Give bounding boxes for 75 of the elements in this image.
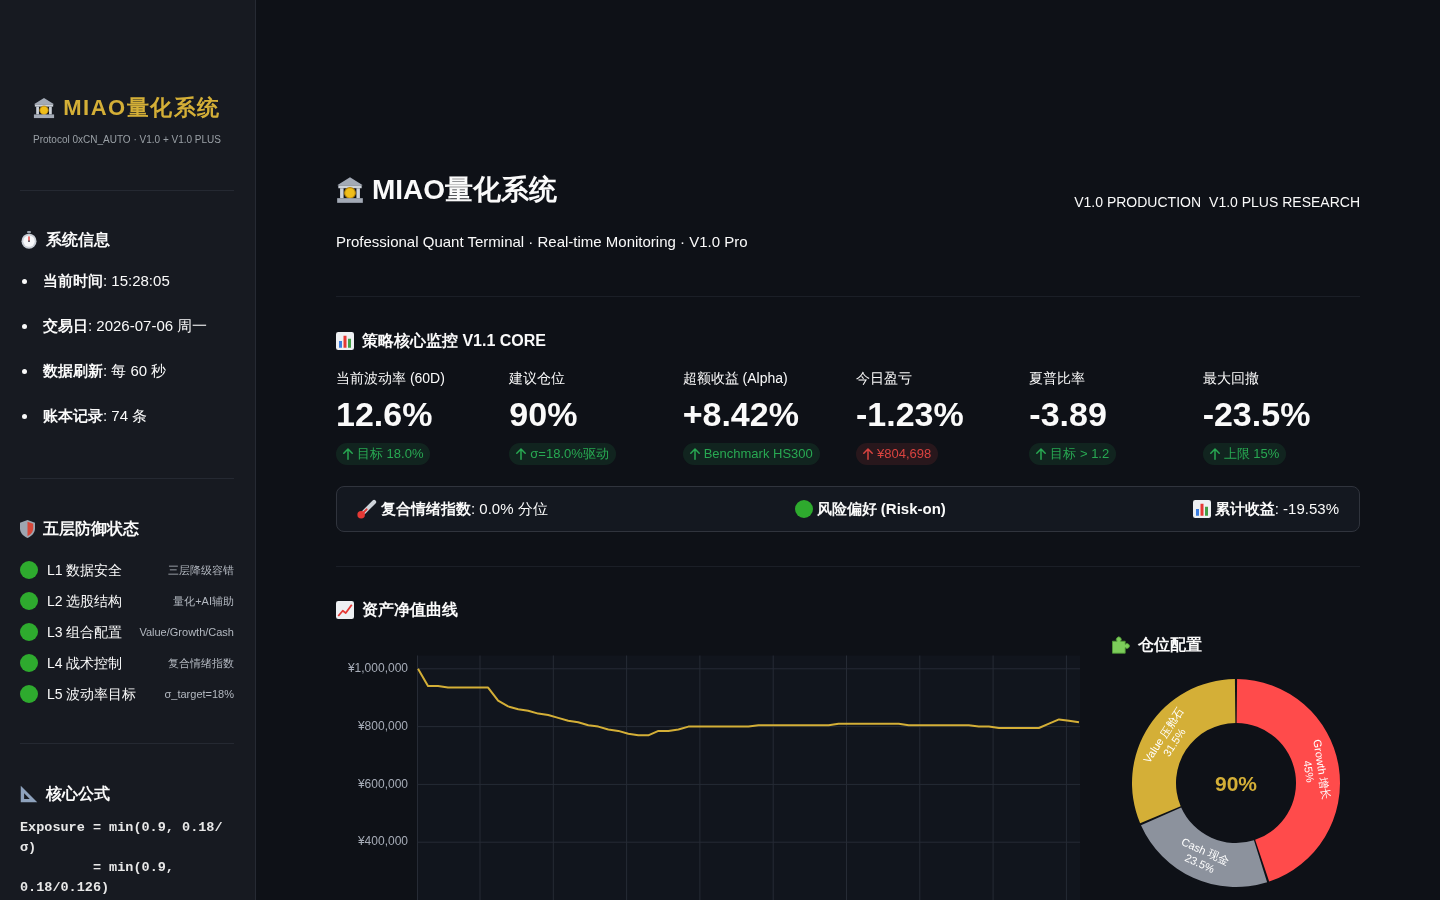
delta-text: 目标 18.0% (357, 445, 424, 463)
info-text: 交易日: 2026-07-06 周一 (43, 316, 208, 336)
metric-value: -23.5% (1202, 394, 1311, 435)
delta-text: σ=18.0%驱动 (530, 445, 609, 463)
slice-label: Growth 增长 45% (1301, 738, 1333, 801)
formula-line: Exposure = min(0.9, 0.18/σ) (20, 819, 224, 857)
section-heading: 系统信息 (46, 230, 110, 250)
layer-detail: 复合情绪指数 (168, 655, 234, 671)
bank-icon (336, 176, 364, 204)
metric-value: -1.23% (856, 394, 964, 435)
axis-label: ¥1,000,000 (347, 660, 408, 675)
bank-icon (33, 97, 56, 119)
delta-text: 上限 15% (1223, 445, 1280, 463)
page-title: MIAO量化系统 (372, 173, 558, 207)
arrow-up-icon (863, 448, 873, 460)
axis-label: ¥400,000 (357, 834, 408, 849)
section-heading: 核心公式 (46, 784, 110, 804)
delta-text: ¥804,698 (877, 445, 932, 463)
bar-chart-icon (336, 332, 354, 350)
risk-text: 风险偏好 (Risk-on) (816, 498, 946, 519)
bullet-icon (22, 278, 27, 284)
section-heading: 策略核心监控 V1.1 CORE (362, 331, 547, 351)
metric-value: 90% (509, 394, 578, 435)
arrow-up-icon (689, 448, 700, 460)
page-subtitle: Professional Quant Terminal · Real-time Monitoring · V1.0 Pro (336, 232, 749, 252)
puzzle-piece-icon (1112, 636, 1130, 654)
metric-value: -3.89 (1029, 394, 1107, 435)
delta-text: Benchmark HS300 (703, 445, 813, 463)
arrow-up-icon (1209, 448, 1220, 460)
arrow-up-icon (1036, 448, 1047, 460)
metric-label: 超额收益 (Alpha) (682, 369, 788, 388)
section-heading: 资产净值曲线 (362, 600, 458, 620)
bullet-icon (22, 413, 27, 419)
layer-detail: 三层降级容错 (168, 562, 234, 578)
layer-name: L4 战术控制 (47, 653, 123, 673)
delta-text: 目标 > 1.2 (1050, 445, 1110, 463)
bar-chart-icon (1192, 500, 1211, 518)
logo-text: MIAO量化系统 (63, 94, 221, 122)
layer-name: L1 数据安全 (47, 560, 123, 580)
protocol-text: Protocol 0xCN_AUTO · V1.0 + V1.0 PLUS (32, 133, 222, 147)
layer-name: L5 波动率目标 (47, 684, 137, 704)
layer-detail: 量化+AI辅助 (173, 593, 234, 609)
layer-name: L2 选股结构 (47, 591, 123, 611)
metric-value: +8.42% (682, 394, 799, 435)
info-text: 账本记录: 74 条 (43, 406, 148, 426)
layer-detail: σ_target=18% (164, 686, 234, 702)
sentiment-text: 复合情绪指数: 0.0% 分位 (381, 498, 548, 519)
bullet-icon (22, 323, 27, 329)
version-label: V1.0 PLUS RESEARCH (1209, 193, 1360, 212)
metric-value: 12.6% (336, 394, 433, 435)
formula-line: = min(0.9, 0.18/0.126) (20, 859, 175, 897)
metric-label: 夏普比率 (1029, 369, 1086, 388)
info-text: 数据刷新: 每 60 秒 (43, 361, 167, 381)
axis-label: ¥600,000 (357, 776, 408, 791)
return-text: 累计收益: -19.53% (1214, 498, 1339, 519)
stopwatch-icon (20, 231, 38, 249)
shield-icon (20, 520, 35, 538)
info-text: 当前时间: 15:28:05 (43, 271, 170, 291)
section-heading: 五层防御状态 (43, 519, 139, 539)
metric-label: 当前波动率 (60D) (336, 369, 445, 388)
section-heading: 仓位配置 (1138, 635, 1202, 655)
axis-label: ¥800,000 (357, 718, 408, 733)
layer-detail: Value/Growth/Cash (139, 624, 234, 640)
metric-label: 最大回撤 (1202, 369, 1259, 388)
triangle-ruler-icon (20, 785, 38, 803)
thermometer-icon (357, 499, 377, 519)
arrow-up-icon (343, 448, 353, 460)
version-label: V1.0 PRODUCTION (1074, 193, 1202, 212)
metric-label: 今日盈亏 (856, 369, 912, 388)
layer-name: L3 组合配置 (47, 622, 123, 642)
metric-label: 建议仓位 (509, 369, 566, 388)
center-value: 90% (1215, 771, 1257, 795)
arrow-up-icon (516, 448, 527, 460)
bullet-icon (22, 368, 27, 374)
line-chart-icon (336, 601, 354, 619)
